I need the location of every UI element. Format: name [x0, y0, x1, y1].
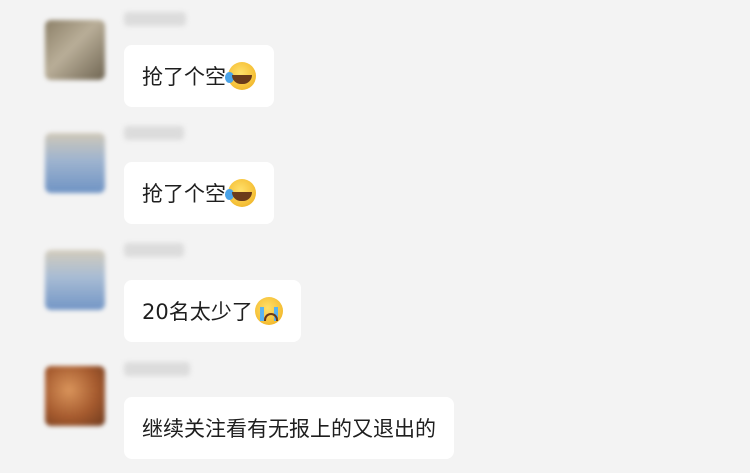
message-text: 20名太少了	[142, 300, 253, 324]
sender-name-blurred	[124, 126, 184, 140]
avatar[interactable]	[45, 366, 105, 426]
avatar[interactable]	[45, 250, 105, 310]
message-text: 抢了个空	[142, 182, 226, 206]
message-bubble[interactable]: 抢了个空	[124, 162, 274, 224]
message-bubble[interactable]: 20名太少了	[124, 280, 301, 342]
message-text: 继续关注看有无报上的又退出的	[142, 417, 436, 441]
laughing-crying-emoji-icon	[225, 179, 256, 207]
avatar[interactable]	[45, 133, 105, 193]
crying-emoji-icon	[254, 297, 283, 325]
message-bubble[interactable]: 继续关注看有无报上的又退出的	[124, 397, 454, 459]
message-text: 抢了个空	[142, 65, 226, 89]
sender-name-blurred	[124, 243, 184, 257]
avatar[interactable]	[45, 20, 105, 80]
sender-name-blurred	[124, 362, 190, 376]
sender-name-blurred	[124, 12, 186, 26]
laughing-crying-emoji-icon	[225, 62, 256, 90]
message-bubble[interactable]: 抢了个空	[124, 45, 274, 107]
